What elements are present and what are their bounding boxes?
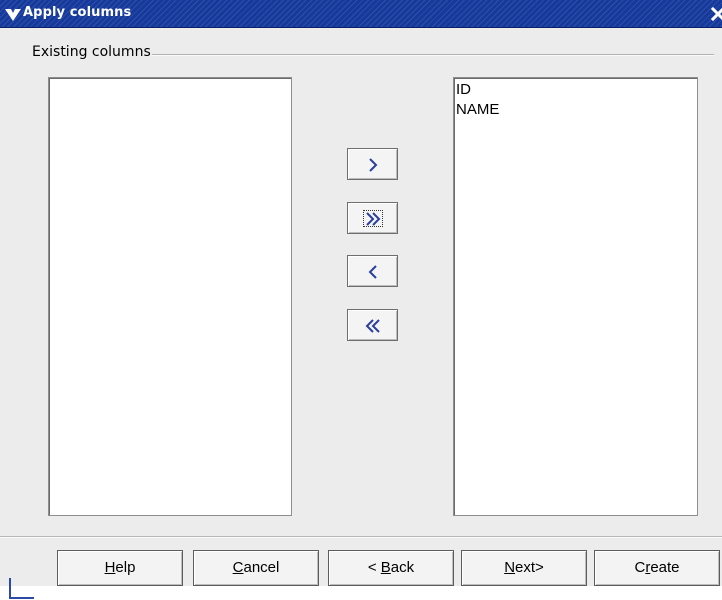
available-columns-list[interactable] xyxy=(48,77,292,516)
next-button[interactable]: Next> xyxy=(461,550,587,586)
add-column-button[interactable] xyxy=(347,148,398,180)
cancel-label-rest: ancel xyxy=(243,559,280,576)
remove-column-button[interactable] xyxy=(347,255,398,287)
existing-columns-label: Existing columns xyxy=(32,44,151,60)
chevron-left-icon xyxy=(368,265,377,279)
list-item[interactable]: NAME xyxy=(456,100,697,120)
button-bar-separator xyxy=(0,536,722,538)
apply-columns-dialog: Apply columns Existing columns ID NAME H… xyxy=(0,0,722,586)
double-chevron-right-icon xyxy=(366,212,381,226)
cancel-label-mnemonic: C xyxy=(232,559,244,576)
next-label-rest: ext> xyxy=(515,559,544,576)
title-bar[interactable]: Apply columns xyxy=(0,0,722,28)
remove-all-columns-button[interactable] xyxy=(347,309,398,341)
double-chevron-left-icon xyxy=(365,319,380,333)
back-label-mnemonic: B xyxy=(380,559,391,576)
chevron-right-icon xyxy=(369,158,378,172)
close-icon[interactable] xyxy=(709,4,722,24)
back-label-pre: < xyxy=(367,559,381,576)
help-label-mnemonic: H xyxy=(104,559,116,576)
window-title: Apply columns xyxy=(23,5,132,20)
create-button[interactable]: Create xyxy=(594,550,720,586)
cancel-button[interactable]: Cancel xyxy=(193,550,319,586)
resize-corner-icon xyxy=(9,578,34,599)
group-separator xyxy=(152,54,714,56)
help-button[interactable]: Help xyxy=(57,550,183,586)
selected-columns-list[interactable]: ID NAME xyxy=(453,77,698,516)
back-label-rest: ack xyxy=(390,559,415,576)
create-label-rest: eate xyxy=(650,559,680,576)
next-label-mnemonic: N xyxy=(504,559,516,576)
add-all-columns-button[interactable] xyxy=(347,202,398,234)
window-menu-icon[interactable] xyxy=(3,4,23,24)
list-item[interactable]: ID xyxy=(456,80,697,100)
help-label-rest: elp xyxy=(115,559,136,576)
back-button[interactable]: < Back xyxy=(328,550,454,586)
create-label-pre: C xyxy=(634,559,646,576)
